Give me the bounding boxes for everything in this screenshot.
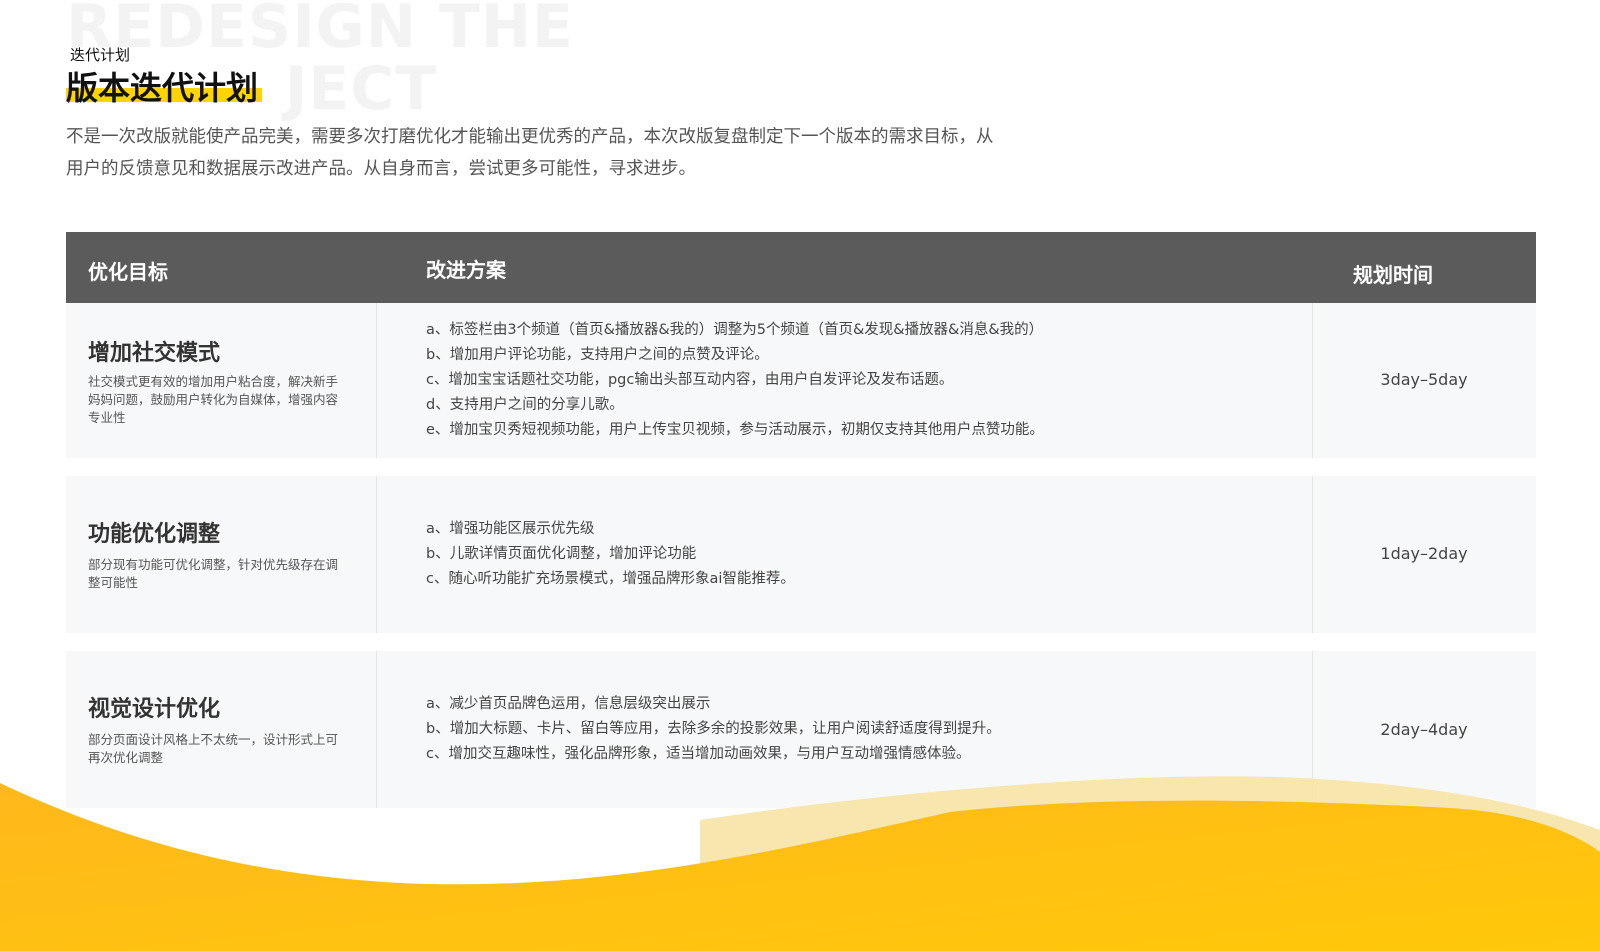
intro-paragraph: 不是一次改版就能使产品完美，需要多次打磨优化才能输出更优秀的产品，本次改版复盘制… bbox=[66, 127, 994, 179]
iteration-plan-table: 优化目标 改进方案 规划时间 增加社交模式 社交模式更有效的增加用户粘合度，解决… bbox=[66, 232, 1536, 808]
page-title-wrap: 版本迭代计划 bbox=[66, 66, 262, 110]
plan-item: b、增加大标题、卡片、留白等应用，去除多余的投影效果，让用户阅读舒适度得到提升。 bbox=[426, 721, 1001, 737]
goal-description: 社交模式更有效的增加用户粘合度，解决新手妈妈问题，鼓励用户转化为自媒体，增强内容… bbox=[88, 374, 339, 425]
plan-item: a、减少首页品牌色运用，信息层级突出展示 bbox=[426, 696, 711, 712]
column-header-time: 规划时间 bbox=[1353, 263, 1433, 287]
plan-item: c、增加宝宝话题社交功能，pgc输出头部互动内容，由用户自发评论及发布话题。 bbox=[426, 372, 954, 388]
goal-cell: 视觉设计优化 部分页面设计风格上不太统一，设计形式上可再次优化调整 bbox=[66, 651, 376, 808]
goal-title: 视觉设计优化 bbox=[88, 697, 221, 722]
time-value: 1day–2day bbox=[1380, 544, 1468, 563]
plan-item: e、增加宝贝秀短视频功能，用户上传宝贝视频，参与活动展示，初期仅支持其他用户点赞… bbox=[426, 422, 1044, 438]
table-row: 增加社交模式 社交模式更有效的增加用户粘合度，解决新手妈妈问题，鼓励用户转化为自… bbox=[66, 303, 1536, 458]
table-header: 优化目标 改进方案 规划时间 bbox=[66, 232, 1536, 303]
column-header-plan: 改进方案 bbox=[426, 258, 506, 282]
goal-cell: 功能优化调整 部分现有功能可优化调整，针对优先级存在调整可能性 bbox=[66, 476, 376, 633]
goal-title: 功能优化调整 bbox=[88, 522, 221, 547]
table-row: 功能优化调整 部分现有功能可优化调整，针对优先级存在调整可能性 a、增强功能区展… bbox=[66, 476, 1536, 633]
plan-item: a、标签栏由3个频道（首页&播放器&我的）调整为5个频道（首页&发现&播放器&消… bbox=[426, 322, 1044, 338]
page-title: 版本迭代计划 bbox=[66, 69, 259, 107]
column-divider bbox=[376, 303, 377, 458]
goal-title: 增加社交模式 bbox=[88, 341, 221, 366]
plan-item: b、儿歌详情页面优化调整，增加评论功能 bbox=[426, 546, 697, 562]
table-row: 视觉设计优化 部分页面设计风格上不太统一，设计形式上可再次优化调整 a、减少首页… bbox=[66, 651, 1536, 808]
column-divider bbox=[376, 476, 377, 633]
section-eyebrow: 迭代计划 bbox=[70, 46, 131, 64]
page: REDESIGN THE JECT 迭代计划 版本迭代计划 不是一次改版就能使产… bbox=[0, 0, 1600, 951]
time-value: 3day–5day bbox=[1380, 370, 1468, 389]
goal-description: 部分现有功能可优化调整，针对优先级存在调整可能性 bbox=[88, 557, 339, 590]
plan-cell: a、增强功能区展示优先级 b、儿歌详情页面优化调整，增加评论功能 c、随心听功能… bbox=[426, 517, 1306, 592]
plan-item: d、支持用户之间的分享儿歌。 bbox=[426, 397, 624, 413]
wave-yellow-layer bbox=[0, 783, 1600, 951]
plan-cell: a、减少首页品牌色运用，信息层级突出展示 b、增加大标题、卡片、留白等应用，去除… bbox=[426, 692, 1306, 767]
plan-item: a、增强功能区展示优先级 bbox=[426, 521, 595, 537]
column-header-goal: 优化目标 bbox=[88, 260, 168, 284]
goal-description: 部分页面设计风格上不太统一，设计形式上可再次优化调整 bbox=[88, 732, 339, 765]
plan-cell: a、标签栏由3个频道（首页&播放器&我的）调整为5个频道（首页&发现&播放器&消… bbox=[426, 318, 1306, 443]
column-divider bbox=[376, 651, 377, 808]
goal-cell: 增加社交模式 社交模式更有效的增加用户粘合度，解决新手妈妈问题，鼓励用户转化为自… bbox=[66, 303, 376, 458]
plan-item: c、随心听功能扩充场景模式，增强品牌形象ai智能推荐。 bbox=[426, 571, 795, 587]
time-value: 2day–4day bbox=[1380, 720, 1468, 739]
plan-item: c、增加交互趣味性，强化品牌形象，适当增加动画效果，与用户互动增强情感体验。 bbox=[426, 746, 971, 762]
plan-item: b、增加用户评论功能，支持用户之间的点赞及评论。 bbox=[426, 347, 769, 363]
